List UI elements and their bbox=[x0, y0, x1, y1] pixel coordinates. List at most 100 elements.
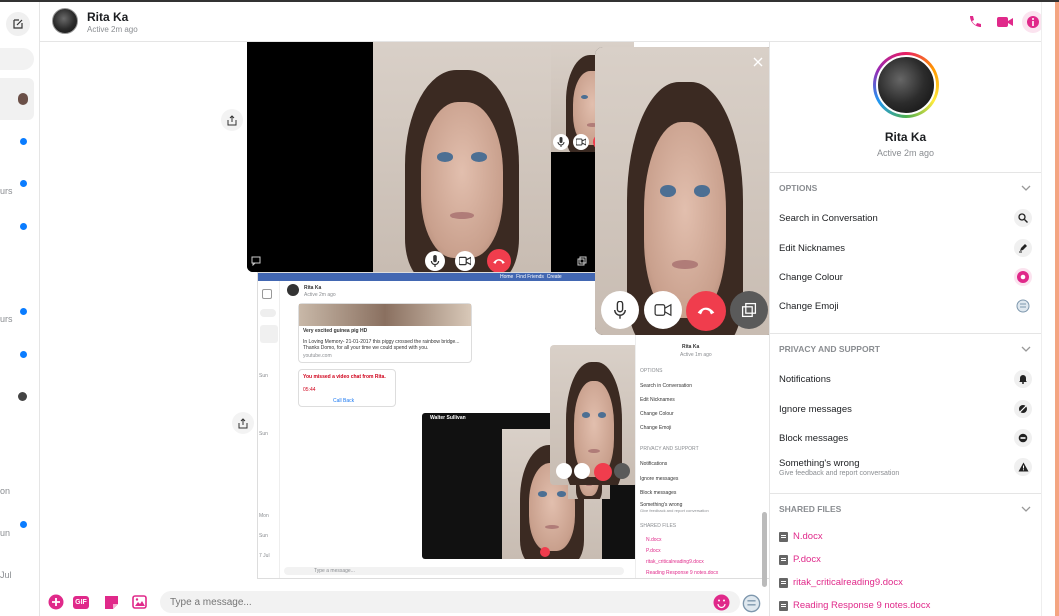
avatar[interactable] bbox=[52, 8, 78, 34]
phone-icon bbox=[970, 16, 981, 27]
video-call-button[interactable] bbox=[994, 11, 1016, 33]
sidebar-search[interactable] bbox=[0, 48, 34, 70]
contact-status: Active 2m ago bbox=[87, 25, 138, 34]
pencil-icon[interactable] bbox=[1014, 239, 1032, 257]
ignore-icon[interactable] bbox=[1014, 400, 1032, 418]
unread-dot bbox=[20, 223, 27, 230]
section-title[interactable]: PRIVACY AND SUPPORT bbox=[779, 344, 880, 354]
search-icon[interactable] bbox=[1014, 209, 1032, 227]
share-icon bbox=[238, 417, 248, 428]
nested-nav: Home Find Friends Create bbox=[500, 274, 562, 280]
chevron-down-icon[interactable] bbox=[1020, 503, 1032, 515]
shared-file-link[interactable]: ritak_criticalreading9.docx bbox=[779, 577, 903, 588]
video-camera-icon bbox=[654, 303, 672, 317]
contact-name[interactable]: Rita Ka bbox=[87, 10, 128, 24]
video-camera-icon bbox=[576, 138, 586, 146]
option-search-in-conversation[interactable]: Search in Conversation bbox=[779, 213, 878, 224]
popout-icon bbox=[741, 302, 757, 318]
document-icon bbox=[779, 554, 788, 565]
messenger-window: urs urs on un Jul Rita Ka Active 2m ago bbox=[0, 0, 1059, 616]
privacy-ignore-messages[interactable]: Ignore messages bbox=[779, 404, 852, 415]
unread-dot bbox=[20, 180, 27, 187]
conversation-header: Rita Ka Active 2m ago bbox=[40, 2, 1049, 42]
contact-status: Active 2m ago bbox=[876, 148, 935, 158]
block-icon[interactable] bbox=[1014, 429, 1032, 447]
image-button[interactable] bbox=[131, 594, 147, 610]
message-input[interactable] bbox=[160, 591, 740, 613]
section-title[interactable]: SHARED FILES bbox=[779, 504, 841, 514]
end-call-button[interactable] bbox=[487, 249, 511, 272]
hang-up-icon bbox=[493, 258, 505, 264]
close-button[interactable] bbox=[751, 55, 765, 69]
chevron-down-icon[interactable] bbox=[1020, 343, 1032, 355]
smiley-icon bbox=[713, 594, 729, 610]
document-icon bbox=[779, 531, 788, 542]
somethings-wrong-subtitle: Give feedback and report conversation bbox=[779, 470, 900, 477]
shared-file-link[interactable]: N.docx bbox=[779, 531, 823, 542]
conversation-details-panel: Rita Ka Active 2m ago OPTIONS Search in … bbox=[769, 42, 1041, 616]
contact-name: Rita Ka bbox=[884, 130, 927, 144]
document-icon bbox=[779, 600, 788, 611]
camera-toggle-button[interactable] bbox=[573, 134, 589, 150]
document-icon bbox=[779, 577, 788, 588]
nested-missed-call-card: You missed a video chat from Rita. 05:44… bbox=[298, 369, 396, 407]
option-change-colour[interactable]: Change Colour bbox=[779, 272, 843, 283]
info-icon bbox=[1027, 16, 1039, 28]
conversation-badge bbox=[18, 392, 27, 401]
gif-button[interactable]: GIF bbox=[71, 594, 91, 610]
compose-icon bbox=[13, 19, 23, 29]
more-actions-button[interactable] bbox=[48, 594, 64, 610]
sticker-icon bbox=[104, 595, 118, 609]
sidebar-time-label: urs bbox=[0, 186, 13, 196]
colour-icon[interactable] bbox=[1014, 268, 1032, 286]
chat-bubble-icon[interactable] bbox=[251, 256, 261, 266]
section-title[interactable]: OPTIONS bbox=[779, 183, 817, 193]
share-button[interactable] bbox=[221, 109, 243, 131]
unread-dot bbox=[20, 138, 27, 145]
unread-dot bbox=[20, 521, 27, 528]
privacy-section: PRIVACY AND SUPPORT Notifications Ignore… bbox=[770, 333, 1041, 493]
chat-scrollbar[interactable] bbox=[762, 512, 767, 587]
audio-call-button[interactable] bbox=[964, 11, 986, 33]
privacy-block-messages[interactable]: Block messages bbox=[779, 433, 848, 444]
self-view-popup[interactable] bbox=[595, 47, 775, 335]
shared-file-link[interactable]: P.docx bbox=[779, 554, 821, 565]
video-camera-icon bbox=[459, 256, 471, 266]
gif-icon: GIF bbox=[73, 595, 89, 609]
bell-icon[interactable] bbox=[1014, 370, 1032, 388]
privacy-somethings-wrong[interactable]: Something's wrong bbox=[779, 458, 860, 469]
end-call-button[interactable] bbox=[686, 291, 726, 331]
share-button[interactable] bbox=[232, 412, 254, 434]
conversation-sidebar: urs urs on un Jul bbox=[0, 2, 40, 616]
sidebar-time-label: on bbox=[0, 486, 11, 496]
option-edit-nicknames[interactable]: Edit Nicknames bbox=[779, 243, 845, 254]
mute-button[interactable] bbox=[601, 291, 639, 329]
popout-button[interactable] bbox=[730, 291, 768, 329]
option-change-emoji[interactable]: Change Emoji bbox=[779, 301, 839, 312]
sticker-button[interactable] bbox=[103, 594, 119, 610]
mute-button[interactable] bbox=[553, 134, 569, 150]
microphone-icon bbox=[557, 137, 565, 147]
page-scrollbar[interactable] bbox=[1041, 2, 1059, 616]
mute-button[interactable] bbox=[425, 251, 445, 271]
compose-button[interactable] bbox=[6, 12, 30, 36]
message-composer: GIF bbox=[40, 587, 769, 616]
chevron-down-icon[interactable] bbox=[1020, 182, 1032, 194]
avatar[interactable] bbox=[873, 52, 939, 118]
microphone-icon bbox=[614, 301, 626, 319]
unread-dot bbox=[20, 308, 27, 315]
send-emoji-button[interactable] bbox=[741, 593, 761, 613]
microphone-icon bbox=[430, 255, 440, 267]
sidebar-item-active[interactable] bbox=[0, 78, 34, 120]
close-icon bbox=[753, 57, 763, 67]
popout-icon[interactable] bbox=[577, 256, 587, 266]
camera-toggle-button[interactable] bbox=[644, 291, 682, 329]
emoji-button[interactable] bbox=[712, 593, 730, 611]
camera-toggle-button[interactable] bbox=[455, 251, 475, 271]
warning-icon[interactable] bbox=[1014, 458, 1032, 476]
emoji-icon bbox=[742, 594, 760, 612]
emoji-icon[interactable] bbox=[1014, 297, 1032, 315]
video-camera-icon bbox=[997, 17, 1013, 27]
privacy-notifications[interactable]: Notifications bbox=[779, 374, 831, 385]
shared-file-link[interactable]: Reading Response 9 notes.docx bbox=[779, 600, 930, 611]
